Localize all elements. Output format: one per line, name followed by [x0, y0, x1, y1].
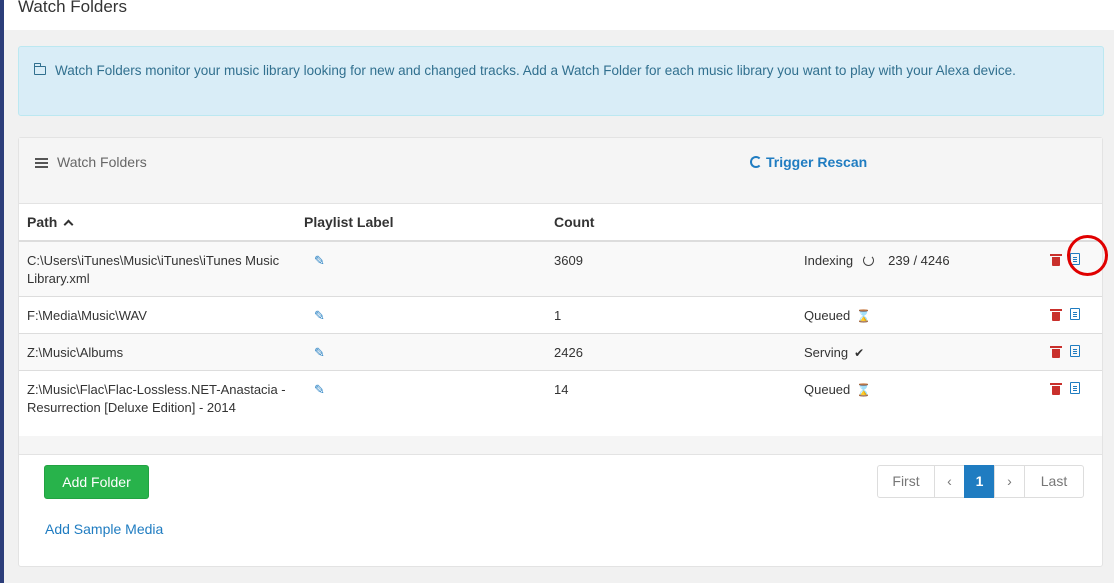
document-icon[interactable] [1070, 308, 1080, 320]
status-text: Queued [804, 308, 851, 323]
delete-trash-icon[interactable] [1050, 346, 1062, 358]
cell-status: Queued ⌛ [796, 370, 1026, 442]
cell-count: 14 [546, 370, 796, 442]
info-text: Watch Folders monitor your music library… [55, 63, 1016, 78]
info-alert: Watch Folders monitor your music library… [18, 46, 1104, 116]
cell-status: Queued ⌛ [796, 296, 1026, 334]
check-icon: ✔ [854, 346, 865, 360]
delete-trash-icon[interactable] [1050, 383, 1062, 395]
cell-path: Z:\Music\Albums [19, 333, 296, 371]
watch-folders-table: Path Playlist Label Count C:\Users\iTune… [19, 204, 1102, 442]
add-folder-button[interactable]: Add Folder [44, 465, 149, 499]
panel-title: Watch Folders [57, 154, 147, 170]
column-header-status [796, 204, 1026, 242]
cell-status: Serving ✔ [796, 333, 1026, 371]
page-title: Watch Folders [18, 0, 127, 16]
pagination-prev[interactable]: ‹ [934, 465, 965, 498]
edit-pencil-icon[interactable]: ✎ [314, 253, 325, 268]
pagination-last[interactable]: Last [1024, 465, 1084, 498]
trigger-rescan-label: Trigger Rescan [766, 154, 868, 170]
hourglass-icon: ⌛ [856, 383, 872, 397]
refresh-icon [750, 156, 762, 168]
status-text: Indexing [804, 253, 854, 268]
document-icon[interactable] [1070, 382, 1080, 394]
pagination: First ‹ 1 › Last [877, 465, 1084, 498]
edit-pencil-icon[interactable]: ✎ [314, 382, 325, 397]
cell-path: F:\Media\Music\WAV [19, 296, 296, 334]
delete-trash-icon[interactable] [1050, 309, 1062, 321]
cell-path: C:\Users\iTunes\Music\iTunes\iTunes Musi… [19, 241, 296, 297]
column-header-playlist-label: Playlist Label [296, 204, 546, 242]
add-sample-media-link[interactable]: Add Sample Media [45, 521, 163, 537]
status-text: Queued [804, 382, 851, 397]
pagination-next[interactable]: › [994, 465, 1025, 498]
trigger-rescan-link[interactable]: Trigger Rescan [750, 154, 867, 170]
cell-path: Z:\Music\Flac\Flac-Lossless.NET-Anastaci… [19, 370, 296, 442]
cell-status: Indexing 239 / 4246 [796, 241, 1026, 297]
delete-trash-icon[interactable] [1050, 254, 1062, 266]
table-row: C:\Users\iTunes\Music\iTunes\iTunes Musi… [19, 241, 1102, 297]
hourglass-icon: ⌛ [856, 309, 872, 323]
progress-text: 239 / 4246 [888, 253, 950, 268]
column-header-path[interactable]: Path [19, 204, 296, 242]
status-text: Serving [804, 345, 849, 360]
pagination-first[interactable]: First [877, 465, 935, 498]
list-icon [35, 158, 48, 168]
panel-heading: Watch Folders Trigger Rescan [19, 138, 1102, 204]
left-nav-edge [0, 0, 4, 583]
folder-icon [34, 63, 46, 75]
spinner-icon [863, 255, 875, 266]
table-row: Z:\Music\Flac\Flac-Lossless.NET-Anastaci… [19, 370, 1102, 442]
cell-count: 1 [546, 296, 796, 334]
edit-pencil-icon[interactable]: ✎ [314, 308, 325, 323]
table-row: F:\Media\Music\WAV ✎ 1 Queued ⌛ [19, 296, 1102, 334]
cell-count: 3609 [546, 241, 796, 297]
watch-folders-panel: Watch Folders Trigger Rescan Path Playli… [18, 137, 1103, 567]
column-label-path: Path [27, 214, 58, 230]
sort-ascending-icon [63, 219, 74, 230]
document-icon[interactable] [1070, 345, 1080, 357]
column-header-count: Count [546, 204, 796, 242]
table-row: Z:\Music\Albums ✎ 2426 Serving ✔ [19, 333, 1102, 371]
table-footer-strip [19, 436, 1102, 455]
highlight-circle-annotation [1067, 235, 1108, 276]
edit-pencil-icon[interactable]: ✎ [314, 345, 325, 360]
page-header: Watch Folders [4, 0, 1114, 30]
cell-count: 2426 [546, 333, 796, 371]
pagination-page-1[interactable]: 1 [964, 465, 995, 498]
